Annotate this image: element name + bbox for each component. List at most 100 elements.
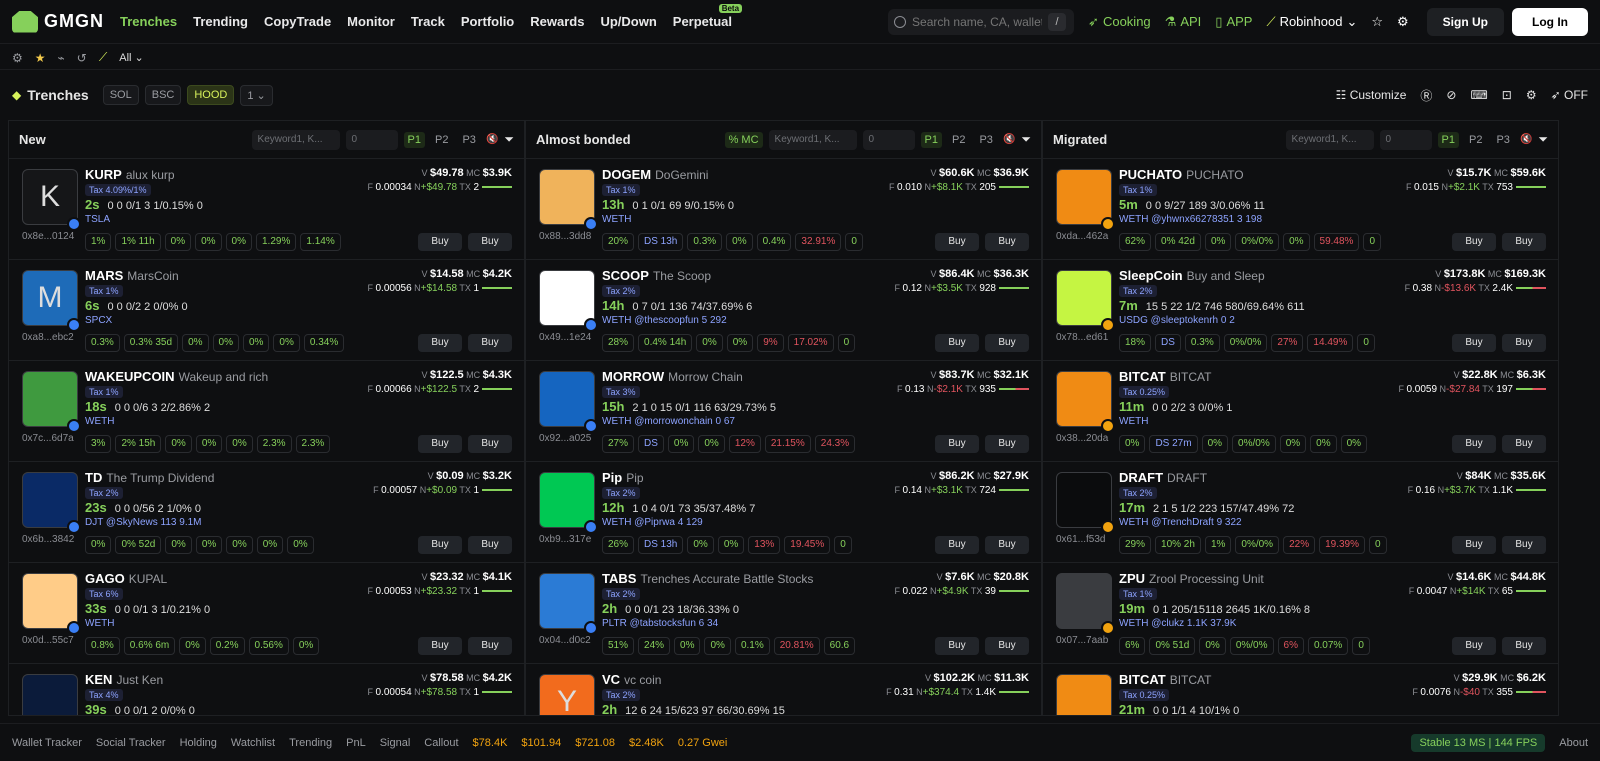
buy-button[interactable]: Buy <box>1452 637 1496 655</box>
filter-icon[interactable]: ⏷ <box>1538 132 1548 147</box>
token-row[interactable]: BITCAT BITCAT Tax 0.25% 21m 0 0 1/1 4 10/1% … <box>1043 664 1558 715</box>
contract-address[interactable]: 0x07...7aab <box>1056 635 1108 646</box>
filter-icon[interactable]: ⏷ <box>1021 132 1031 147</box>
buy-button[interactable]: Buy <box>1502 637 1546 655</box>
history-icon[interactable]: ↺ <box>77 51 87 65</box>
keyword-filter-input[interactable]: Keyword1, K... <box>1285 129 1374 150</box>
token-row[interactable]: 0x49...1e24 SCOOP The Scoop Tax 2% 14h 0 7 0/… <box>526 260 1041 361</box>
buy-button[interactable]: Buy <box>418 233 462 251</box>
contract-address[interactable]: 0xa8...ebc2 <box>22 332 74 343</box>
token-avatar[interactable] <box>539 270 595 326</box>
token-avatar[interactable] <box>539 573 595 629</box>
buy-button[interactable]: Buy <box>418 536 462 554</box>
off-toggle[interactable]: ➶ OFF <box>1551 88 1588 102</box>
token-row[interactable]: 0x04...d0c2 TABS Trenches Accurate Battle … <box>526 563 1041 664</box>
feather-icon[interactable]: ⟋ <box>99 50 107 65</box>
page-tab-p1[interactable]: P1 <box>920 131 942 148</box>
page-tab-p3[interactable]: P3 <box>975 132 996 148</box>
chart-icon[interactable]: ⌁ <box>58 51 65 65</box>
page-tab-p3[interactable]: P3 <box>458 132 479 148</box>
buy-button[interactable]: Buy <box>1452 334 1496 352</box>
all-filter[interactable]: All ⌄ <box>119 51 144 64</box>
r-icon[interactable]: Ⓡ <box>1420 87 1432 104</box>
token-row[interactable]: 0x88...3dd8 DOGEM DoGemini Tax 1% 13h 0 1 0/1… <box>526 159 1041 260</box>
token-avatar[interactable] <box>1056 573 1112 629</box>
search-box[interactable]: / <box>888 8 1075 35</box>
token-avatar[interactable] <box>22 674 78 715</box>
chain-sol[interactable]: SOL <box>102 85 139 105</box>
search-input[interactable] <box>912 14 1043 29</box>
nav-rewards[interactable]: Rewards <box>530 14 584 29</box>
contract-address[interactable]: 0x49...1e24 <box>539 332 591 343</box>
token-row[interactable]: 0x0d...55c7 GAGO KUPAL Tax 6% 33s 0 0 0/1 3 1… <box>9 563 524 664</box>
token-row[interactable]: KEN Just Ken Tax 4% 39s 0 0 0/1 2 0/0% 0 V $7… <box>9 664 524 715</box>
contract-address[interactable]: 0x38...20da <box>1056 433 1108 444</box>
bookmark-icon[interactable]: ⊡ <box>1502 88 1512 102</box>
page-tab-p2[interactable]: P2 <box>1465 132 1486 148</box>
token-avatar[interactable] <box>1056 472 1112 528</box>
buy-button[interactable]: Buy <box>985 233 1029 251</box>
buy-button[interactable]: Buy <box>1502 536 1546 554</box>
footer-social-tracker[interactable]: Social Tracker <box>96 737 166 749</box>
keyword-filter-input[interactable]: Keyword1, K... <box>768 129 857 150</box>
page-select[interactable]: 1 ⌄ <box>240 84 273 106</box>
token-row[interactable]: K 0x8e...0124 KURP alux kurp Tax 4.09%/1% 2s 0… <box>9 159 524 260</box>
footer-pnl[interactable]: PnL <box>346 737 366 749</box>
token-avatar[interactable] <box>1056 371 1112 427</box>
buy-button[interactable]: Buy <box>985 536 1029 554</box>
page-tab-p2[interactable]: P2 <box>948 132 969 148</box>
token-row[interactable]: M 0xa8...ebc2 MARS MarsCoin Tax 1% 6s 0 0 0/2 … <box>9 260 524 361</box>
contract-address[interactable]: 0x78...ed61 <box>1056 332 1108 343</box>
buy-button[interactable]: Buy <box>935 435 979 453</box>
keyboard-icon[interactable]: ⌨ <box>1470 88 1487 102</box>
contract-address[interactable]: 0xda...462a <box>1056 231 1108 242</box>
token-row[interactable]: 0x61...f53d DRAFT DRAFT Tax 2% 17m 2 1 5 1/2 … <box>1043 462 1558 563</box>
sort-mc-button[interactable]: % MC <box>724 131 763 148</box>
mute-icon[interactable]: 🔇 <box>486 134 498 145</box>
login-button[interactable]: Log In <box>1512 7 1588 36</box>
token-avatar[interactable] <box>539 371 595 427</box>
token-avatar[interactable] <box>1056 674 1112 715</box>
token-row[interactable]: 0x7c...6d7a WAKEUPCOIN Wakeup and rich Tax … <box>9 361 524 462</box>
contract-address[interactable]: 0x8e...0124 <box>22 231 74 242</box>
token-avatar[interactable] <box>22 371 78 427</box>
buy-button[interactable]: Buy <box>468 334 512 352</box>
nav-monitor[interactable]: Monitor <box>347 14 395 29</box>
nav-track[interactable]: Track <box>411 14 445 29</box>
contract-address[interactable]: 0xb9...317e <box>539 534 591 545</box>
footer-holding[interactable]: Holding <box>180 737 217 749</box>
token-row[interactable]: Y VC vc coin Tax 2% 2h 12 6 24 15/623 97 66/3… <box>526 664 1041 715</box>
footer-watchlist[interactable]: Watchlist <box>231 737 275 749</box>
hide-icon[interactable]: ⊘ <box>1446 88 1456 102</box>
buy-button[interactable]: Buy <box>935 637 979 655</box>
token-row[interactable]: 0x78...ed61 SleepCoin Buy and Sleep Tax 2% 7… <box>1043 260 1558 361</box>
buy-button[interactable]: Buy <box>468 233 512 251</box>
robinhood-select[interactable]: ⟋ Robinhood ⌄ <box>1266 14 1357 30</box>
contract-address[interactable]: 0x6b...3842 <box>22 534 74 545</box>
nav-perpetual[interactable]: Perpetual Beta <box>673 4 743 29</box>
mute-icon[interactable]: 🔇 <box>1520 134 1532 145</box>
page-tab-p2[interactable]: P2 <box>431 132 452 148</box>
settings-icon[interactable]: ⚙ <box>12 51 23 65</box>
token-avatar[interactable] <box>22 472 78 528</box>
page-tab-p1[interactable]: P1 <box>403 131 425 148</box>
buy-button[interactable]: Buy <box>985 435 1029 453</box>
chain-bsc[interactable]: BSC <box>144 85 182 105</box>
buy-button[interactable]: Buy <box>1452 536 1496 554</box>
mute-icon[interactable]: 🔇 <box>1003 134 1015 145</box>
buy-button[interactable]: Buy <box>1452 233 1496 251</box>
token-row[interactable]: 0x07...7aab ZPU Zrool Processing Unit Tax 1… <box>1043 563 1558 664</box>
min-value-input[interactable]: 0 <box>1379 129 1432 150</box>
filter-icon[interactable]: ⏷ <box>504 132 514 147</box>
nav-trenches[interactable]: Trenches <box>120 14 177 29</box>
buy-button[interactable]: Buy <box>468 536 512 554</box>
footer-wallet-tracker[interactable]: Wallet Tracker <box>12 737 82 749</box>
token-avatar[interactable] <box>539 169 595 225</box>
contract-address[interactable]: 0x04...d0c2 <box>539 635 591 646</box>
star-icon[interactable]: ☆ <box>1371 14 1383 30</box>
token-row[interactable]: 0x92...a025 MORROW Morrow Chain Tax 3% 15h 2 … <box>526 361 1041 462</box>
min-value-input[interactable]: 0 <box>345 129 398 150</box>
contract-address[interactable]: 0x88...3dd8 <box>539 231 591 242</box>
token-avatar[interactable] <box>1056 270 1112 326</box>
contract-address[interactable]: 0x92...a025 <box>539 433 591 444</box>
